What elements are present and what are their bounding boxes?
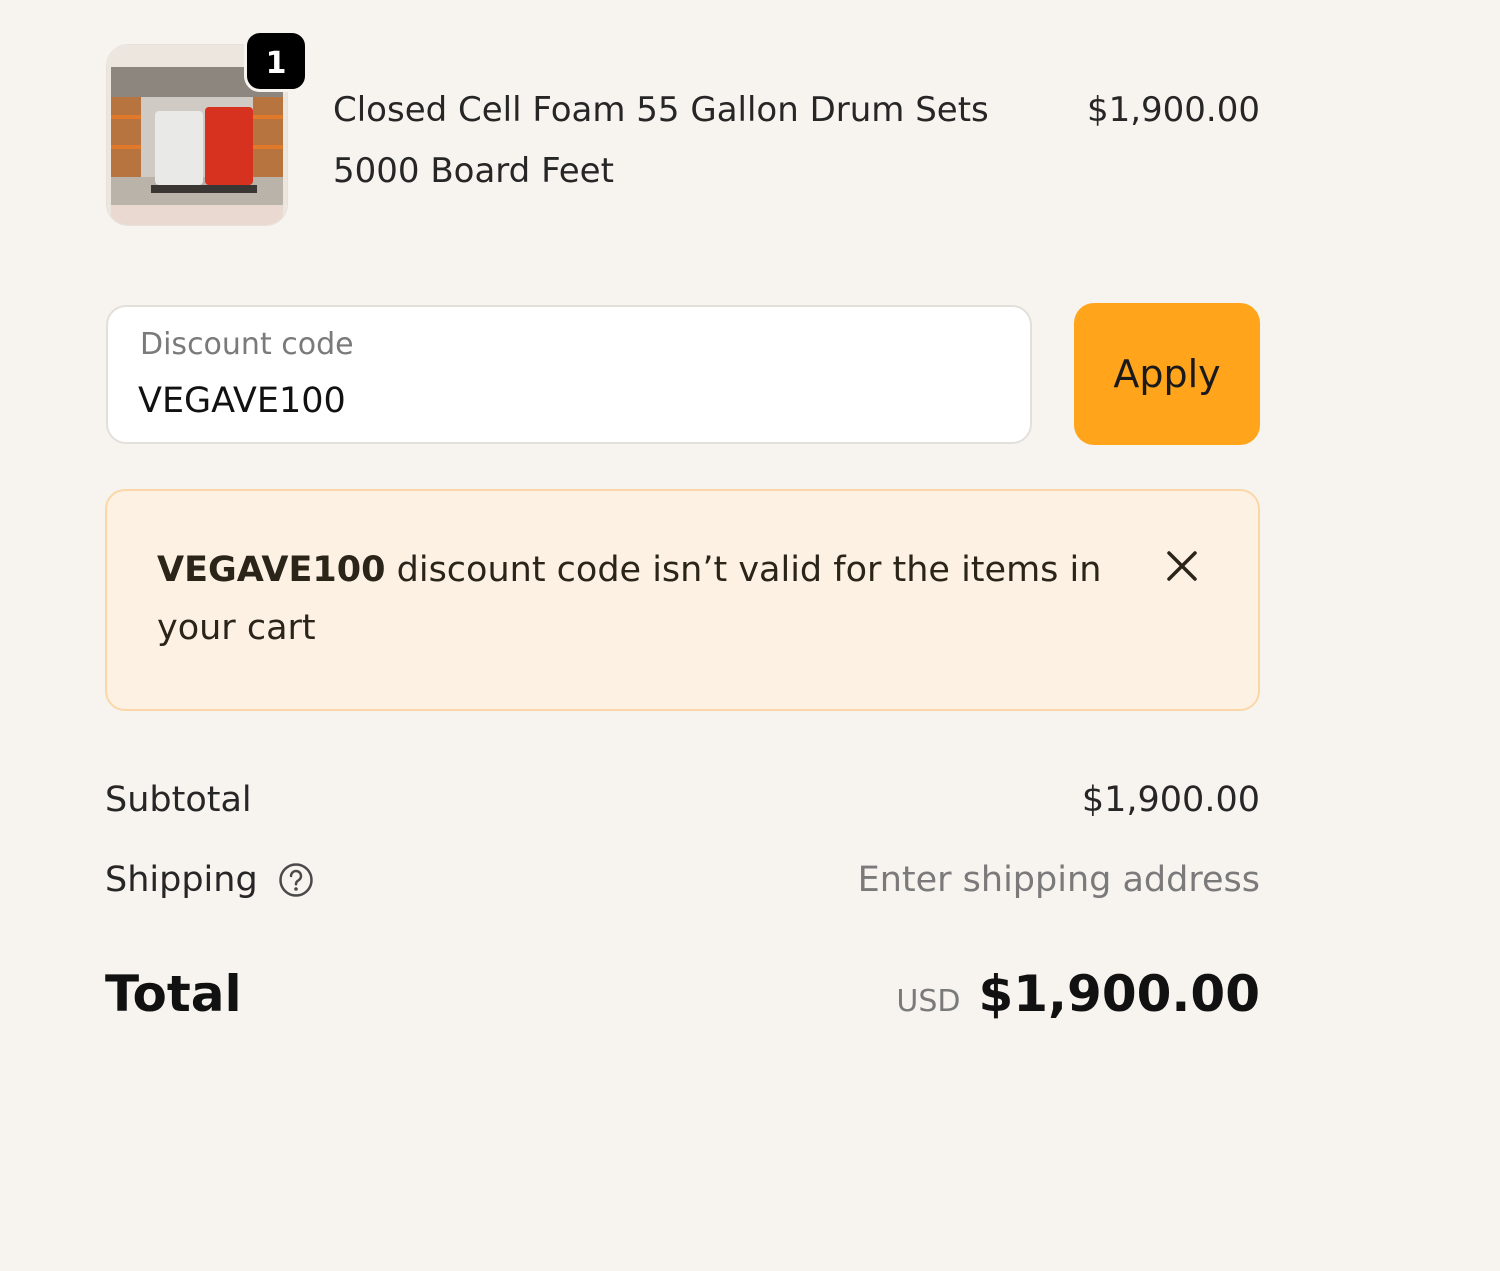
total-row: Total USD $1,900.00 [105, 965, 1260, 1035]
discount-code-input[interactable] [138, 373, 978, 429]
total-label: Total [105, 965, 242, 1023]
discount-error-code: VEGAVE100 [157, 550, 386, 590]
shipping-value: Enter shipping address [857, 860, 1260, 900]
cart-line-item: 1 Closed Cell Foam 55 Gallon Drum Sets 5… [106, 30, 1260, 235]
product-title: Closed Cell Foam 55 Gallon Drum Sets 500… [333, 90, 989, 191]
subtotal-value: $1,900.00 [1081, 780, 1260, 820]
currency-code: USD [896, 984, 961, 1019]
product-price: $1,900.00 [1086, 90, 1260, 130]
apply-discount-button[interactable]: Apply [1074, 303, 1260, 445]
subtotal-label: Subtotal [105, 780, 252, 820]
subtotal-row: Subtotal $1,900.00 [105, 780, 1260, 830]
quantity-badge: 1 [244, 30, 308, 92]
total-value: USD $1,900.00 [896, 965, 1260, 1023]
close-icon[interactable] [1157, 541, 1207, 591]
question-circle-icon[interactable] [278, 862, 314, 898]
shipping-label: Shipping [105, 860, 258, 900]
shipping-row: Shipping Enter shipping address [105, 860, 1260, 910]
discount-error-banner: VEGAVE100 discount code isn’t valid for … [105, 489, 1260, 711]
total-amount: $1,900.00 [978, 965, 1260, 1023]
discount-code-field[interactable]: Discount code [106, 305, 1032, 444]
discount-error-message: VEGAVE100 discount code isn’t valid for … [157, 541, 1117, 657]
discount-code-label: Discount code [140, 327, 354, 362]
